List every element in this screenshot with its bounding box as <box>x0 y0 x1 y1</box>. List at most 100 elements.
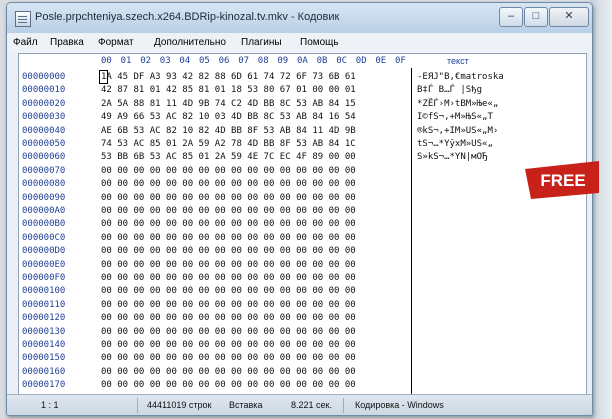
text-column-title: текст <box>447 56 469 66</box>
hex-column-label: 09 <box>277 56 289 66</box>
menu-advanced[interactable]: Дополнительно <box>154 37 226 48</box>
row-address: 00000150 <box>22 353 66 364</box>
hex-column-label: 0D <box>355 56 367 66</box>
row-hex-bytes[interactable]: 49 A9 66 53 AC 82 10 03 4D BB 8C 53 AB 8… <box>101 112 356 122</box>
menu-plugins[interactable]: Плагины <box>241 37 282 48</box>
menu-file[interactable]: Файл <box>13 37 38 48</box>
app-window: Posle.prpchteniya.szech.x264.BDRip-kinoz… <box>6 2 593 416</box>
row-address: 00000110 <box>22 299 66 310</box>
row-address: 000000A0 <box>22 206 66 216</box>
status-divider <box>343 398 344 413</box>
close-button[interactable]: ✕ <box>549 7 589 27</box>
menu-help[interactable]: Помощь <box>300 37 339 48</box>
text-cursor <box>99 70 108 84</box>
row-text[interactable]: S»kS¬…*YN|мOЂ <box>417 152 487 162</box>
status-bar: 1 : 1 44411019 строк Вставка 8.221 сек. … <box>7 394 592 415</box>
row-hex-bytes[interactable]: 00 00 00 00 00 00 00 00 00 00 00 00 00 0… <box>101 313 356 323</box>
hex-column-label: 0A <box>297 56 308 66</box>
minimize-button[interactable]: – <box>499 7 523 27</box>
menu-edit[interactable]: Правка <box>50 37 84 48</box>
row-text[interactable]: tS¬…*YўхМ»US«„ <box>417 139 493 149</box>
hex-column-label: 0E <box>375 56 387 66</box>
row-hex-bytes[interactable]: 2A 5A 88 81 11 4D 9B 74 C2 4D BB 8C 53 A… <box>101 99 356 109</box>
menu-format[interactable]: Формат <box>98 37 134 48</box>
row-address: 00000070 <box>22 165 66 176</box>
free-badge: FREE <box>525 161 599 199</box>
hex-column-label: 02 <box>140 56 152 66</box>
row-text[interactable]: -ЕЯЈ"В‚€matroska <box>417 72 504 82</box>
title-bar[interactable]: Posle.prpchteniya.szech.x264.BDRip-kinoz… <box>7 3 592 33</box>
row-hex-bytes[interactable]: 00 00 00 00 00 00 00 00 00 00 00 00 00 0… <box>101 380 356 390</box>
row-text[interactable]: ®kS¬‚+IМ»US«„М› <box>417 126 498 136</box>
hex-column-label: 07 <box>238 56 250 66</box>
row-address: 00000130 <box>22 326 66 337</box>
row-address: 000000B0 <box>22 219 66 230</box>
row-hex-bytes[interactable]: 00 00 00 00 00 00 00 00 00 00 00 00 00 0… <box>101 260 356 270</box>
row-address: 00000140 <box>22 340 66 350</box>
hex-column-label: 0F <box>395 56 406 66</box>
status-time: 8.221 сек. <box>291 400 332 410</box>
status-divider <box>137 398 138 413</box>
row-address: 000000D0 <box>22 246 66 257</box>
row-text[interactable]: B‡Ѓ B…Ѓ |Sђg <box>417 85 482 95</box>
row-address: 00000000 <box>22 72 66 82</box>
row-address: 00000040 <box>22 125 66 136</box>
row-address: 000000C0 <box>22 232 66 243</box>
hex-column-label: 00 <box>101 56 112 66</box>
row-address: 00000010 <box>22 85 66 96</box>
row-address: 00000120 <box>22 313 66 324</box>
maximize-button[interactable]: □ <box>524 7 548 27</box>
menu-bar: Файл Правка Формат Дополнительно Плагины… <box>7 33 592 53</box>
row-address: 00000160 <box>22 366 66 377</box>
row-hex-bytes[interactable]: 00 00 00 00 00 00 00 00 00 00 00 00 00 0… <box>101 219 356 229</box>
row-hex-bytes[interactable]: 00 00 00 00 00 00 00 00 00 00 00 00 00 0… <box>101 166 356 176</box>
row-address: 00000060 <box>22 152 66 163</box>
row-hex-bytes[interactable]: 00 00 00 00 00 00 00 00 00 00 00 00 00 0… <box>101 327 356 337</box>
row-text[interactable]: I©fS¬‚+М»ЊS«„Т <box>417 112 493 122</box>
status-encoding: Кодировка - Windows <box>355 400 444 410</box>
hex-column-label: 0B <box>316 56 328 66</box>
row-address: 00000090 <box>22 192 66 203</box>
hex-column-label: 06 <box>218 56 230 66</box>
row-hex-bytes[interactable]: 74 53 AC 85 01 2A 59 A2 78 4D BB 8F 53 A… <box>101 139 356 149</box>
app-document-icon <box>15 11 31 27</box>
row-hex-bytes[interactable]: 00 00 00 00 00 00 00 00 00 00 00 00 00 0… <box>101 367 356 377</box>
row-hex-bytes[interactable]: 00 00 00 00 00 00 00 00 00 00 00 00 00 0… <box>101 206 356 216</box>
row-address: 00000080 <box>22 179 66 190</box>
row-address: 00000030 <box>22 112 66 123</box>
row-address: 000000E0 <box>22 259 66 270</box>
status-rows: 44411019 строк <box>147 400 212 410</box>
hex-column-label: 04 <box>179 56 191 66</box>
row-address: 00000170 <box>22 380 66 391</box>
hex-column-label: 03 <box>159 56 171 66</box>
row-address: 00000050 <box>22 139 66 149</box>
row-hex-bytes[interactable]: 00 00 00 00 00 00 00 00 00 00 00 00 00 0… <box>101 246 356 256</box>
row-hex-bytes[interactable]: 00 00 00 00 00 00 00 00 00 00 00 00 00 0… <box>101 286 356 296</box>
row-text[interactable]: *ZЁЃ›M›tВМ»Ње«„ <box>417 99 498 109</box>
row-hex-bytes[interactable]: 00 00 00 00 00 00 00 00 00 00 00 00 00 0… <box>101 340 356 350</box>
status-mode: Вставка <box>229 400 263 410</box>
hex-column-label: 08 <box>257 56 269 66</box>
row-address: 00000100 <box>22 286 66 297</box>
status-position: 1 : 1 <box>41 400 59 410</box>
row-address: 000000F0 <box>22 273 66 283</box>
row-hex-bytes[interactable]: AE 6B 53 AC 82 10 82 4D BB 8F 53 AB 84 1… <box>101 126 356 136</box>
window-title: Posle.prpchteniya.szech.x264.BDRip-kinoz… <box>35 11 340 23</box>
hex-column-label: 05 <box>199 56 210 66</box>
row-hex-bytes[interactable]: 00 00 00 00 00 00 00 00 00 00 00 00 00 0… <box>101 353 356 363</box>
row-hex-bytes[interactable]: 00 00 00 00 00 00 00 00 00 00 00 00 00 0… <box>101 193 356 203</box>
row-hex-bytes[interactable]: 00 00 00 00 00 00 00 00 00 00 00 00 00 0… <box>101 300 356 310</box>
background-magazine-edge <box>590 0 612 419</box>
row-address: 00000020 <box>22 98 66 109</box>
row-hex-bytes[interactable]: 53 BB 6B 53 AC 85 01 2A 59 4E 7C EC 4F 8… <box>101 152 356 162</box>
free-badge-text: FREE <box>540 171 585 190</box>
row-hex-bytes[interactable]: 1A 45 DF A3 93 42 82 88 6D 61 74 72 6F 7… <box>101 72 356 82</box>
row-hex-bytes[interactable]: 00 00 00 00 00 00 00 00 00 00 00 00 00 0… <box>101 273 356 283</box>
hex-column-label: 01 <box>120 56 132 66</box>
row-hex-bytes[interactable]: 00 00 00 00 00 00 00 00 00 00 00 00 00 0… <box>101 233 356 243</box>
hex-column-label: 0C <box>336 56 348 66</box>
hex-editor-view[interactable]: 00 01 02 03 04 05 06 07 08 09 0A 0B 0C 0D 0E 0F текст 0… <box>18 53 587 395</box>
row-hex-bytes[interactable]: 00 00 00 00 00 00 00 00 00 00 00 00 00 0… <box>101 179 356 189</box>
row-hex-bytes[interactable]: 42 87 81 01 42 85 81 01 18 53 80 67 01 0… <box>101 85 356 95</box>
column-separator <box>411 68 412 394</box>
